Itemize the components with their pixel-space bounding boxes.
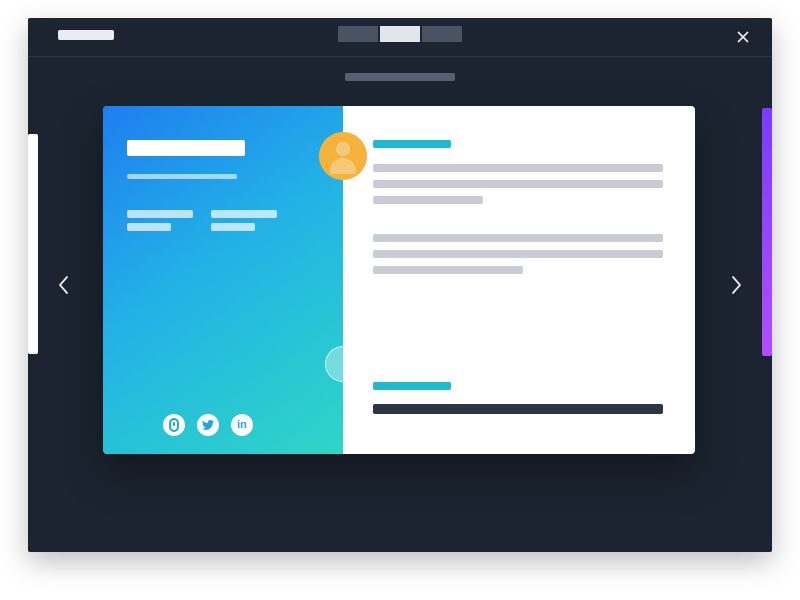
prev-button[interactable]: [50, 271, 78, 299]
section-2-title: [373, 382, 451, 390]
profile-field-a-label: [127, 210, 193, 218]
about-line: [373, 180, 663, 188]
mouse-icon: [169, 418, 179, 432]
tab-1[interactable]: [338, 26, 378, 42]
page-subtitle: [345, 73, 455, 81]
profile-field-b-label: [211, 210, 277, 218]
split-handle[interactable]: [325, 346, 361, 382]
profile-field-b-value: [211, 223, 255, 231]
social-twitter[interactable]: [197, 414, 219, 436]
about-line: [373, 164, 663, 172]
brand-text: [58, 30, 59, 31]
about-line: [373, 250, 663, 258]
profile-field-a-value: [127, 223, 171, 231]
profile-card: in: [103, 106, 695, 454]
profile-tagline: [127, 174, 237, 179]
avatar: [319, 132, 367, 180]
social-links: in: [163, 414, 253, 436]
linkedin-icon: in: [237, 420, 247, 431]
close-icon: [736, 30, 750, 44]
section-2-bar: [373, 404, 663, 414]
lightbox-stage: in: [28, 18, 772, 552]
brand-logo: [58, 30, 114, 40]
profile-name: [127, 140, 245, 156]
about-line: [373, 196, 483, 204]
about-line: [373, 266, 523, 274]
social-website[interactable]: [163, 414, 185, 436]
social-linkedin[interactable]: in: [231, 414, 253, 436]
view-tabs: [338, 26, 462, 42]
prev-slide-peek[interactable]: [28, 134, 38, 354]
chevron-left-icon: [55, 273, 73, 297]
tab-2[interactable]: [380, 26, 420, 42]
twitter-icon: [202, 420, 214, 430]
card-left-panel: in: [103, 106, 343, 454]
about-line: [373, 234, 663, 242]
next-slide-peek[interactable]: [762, 108, 772, 356]
section-about-title: [373, 140, 451, 148]
close-button[interactable]: [734, 28, 752, 46]
chevron-right-icon: [727, 273, 745, 297]
next-button[interactable]: [722, 271, 750, 299]
topbar: [28, 18, 772, 66]
card-right-panel: [343, 106, 695, 454]
topbar-divider: [28, 56, 772, 57]
tab-3[interactable]: [422, 26, 462, 42]
